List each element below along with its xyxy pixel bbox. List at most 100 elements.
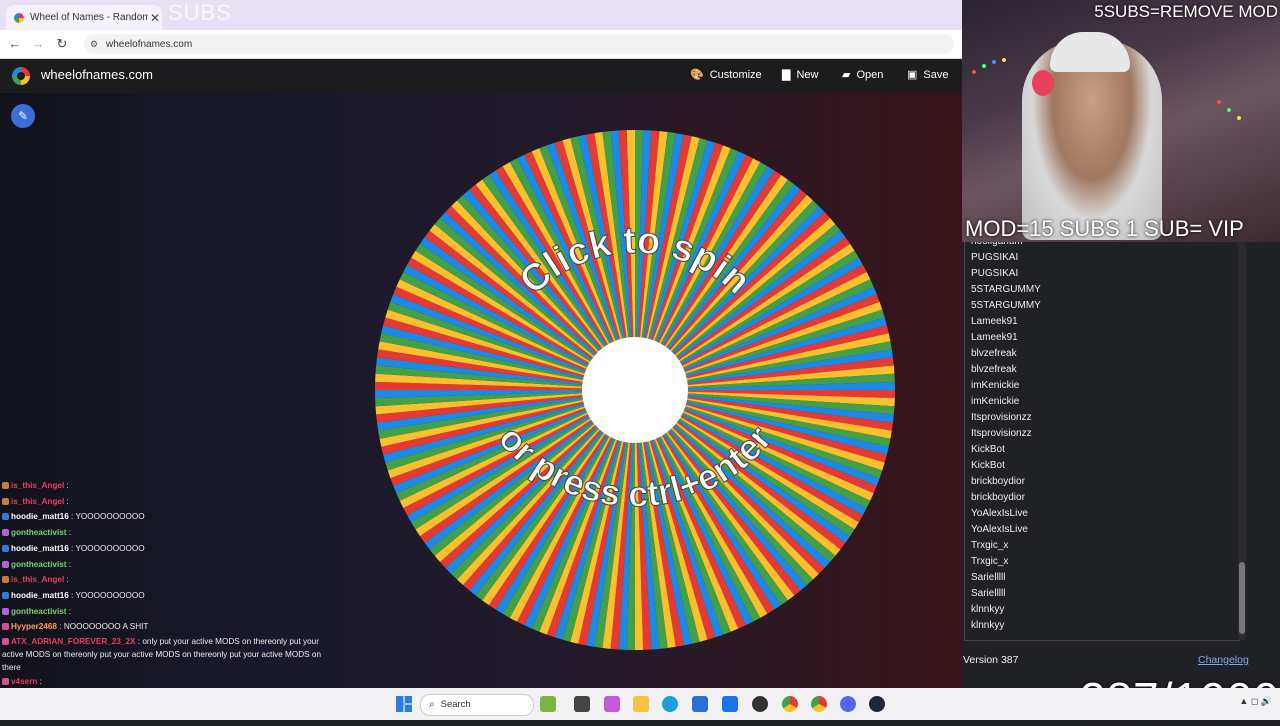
- obs-icon[interactable]: [752, 696, 768, 712]
- chat-badge-icon: [2, 623, 9, 631]
- edge-browser-icon[interactable]: [662, 696, 678, 712]
- entry-item[interactable]: Trxgic_x: [971, 556, 1008, 567]
- chat-text: NOOOOOOOO A SHIT: [63, 622, 149, 632]
- url-field[interactable]: ⚙ wheelofnames.com: [84, 34, 954, 54]
- entry-item[interactable]: Lameek91: [971, 332, 1018, 343]
- entry-item[interactable]: PUGSIKAI: [971, 252, 1018, 263]
- entry-item[interactable]: imKenickie: [971, 380, 1019, 391]
- chat-text: YOOOOOOOOOO: [75, 590, 145, 600]
- discord-icon[interactable]: [840, 696, 856, 712]
- entry-item[interactable]: hooliganum: [971, 242, 1023, 247]
- forward-arrow-icon[interactable]: →: [29, 35, 47, 53]
- open-label: Open: [856, 68, 884, 81]
- chat-badge-icon: [2, 678, 9, 686]
- entry-item[interactable]: 5STARGUMMY: [971, 300, 1041, 311]
- entry-item[interactable]: Sarielllll: [971, 588, 1005, 599]
- back-arrow-icon[interactable]: ←: [6, 35, 24, 53]
- chat-badge-icon: [2, 544, 9, 552]
- chat-username: hoodie_matt16: [11, 543, 69, 553]
- mail-icon[interactable]: [722, 696, 738, 712]
- edit-pencil-icon[interactable]: ✎: [11, 104, 35, 128]
- chat-username: ATX_ADRIAN_FOREVER_23_2X: [11, 637, 136, 647]
- entry-item[interactable]: blvzefreak: [971, 348, 1017, 359]
- chat-badge-icon: [2, 591, 9, 599]
- chat-badge-icon: [2, 529, 9, 537]
- chat-username: hoodie_matt16: [11, 512, 69, 522]
- chat-username: gontheactivist: [11, 559, 67, 569]
- address-bar: ← → ↻ ⚙ wheelofnames.com: [0, 30, 962, 59]
- scrollbar-thumb[interactable]: [1239, 562, 1245, 634]
- entry-item[interactable]: KickBot: [971, 460, 1005, 471]
- entry-item[interactable]: 5STARGUMMY: [971, 284, 1041, 295]
- folder-icon: ▰: [842, 69, 851, 81]
- stream-chat-overlay: is_this_Angel : is_this_Angel : hoodie_m…: [2, 478, 322, 690]
- chat-message: gontheactivist :: [2, 557, 322, 573]
- chat-message: gontheactivist :: [2, 525, 322, 541]
- taskbar-app-icon[interactable]: [604, 696, 620, 712]
- overlay-mod-vip-text: MOD=15 SUBS 1 SUB= VIP: [965, 216, 1244, 241]
- site-info-icon[interactable]: ⚙: [90, 34, 100, 54]
- file-explorer-icon[interactable]: [633, 696, 649, 712]
- reload-icon[interactable]: ↻: [53, 35, 71, 53]
- entry-item[interactable]: klnnkyy: [971, 604, 1004, 615]
- open-button[interactable]: ▰ Open: [842, 68, 884, 82]
- task-view-icon[interactable]: [574, 696, 590, 712]
- entry-item[interactable]: PUGSIKAI: [971, 268, 1018, 279]
- chat-username: is_this_Angel: [11, 481, 65, 490]
- new-button[interactable]: ▇ New: [782, 68, 818, 82]
- taskbar-app-icon[interactable]: [540, 696, 556, 712]
- entries-scrollbar[interactable]: [1238, 242, 1246, 640]
- entry-item[interactable]: klnnkyy: [971, 620, 1004, 631]
- entry-item[interactable]: Trxgic_x: [971, 540, 1008, 551]
- chat-message: ATX_ADRIAN_FOREVER_23_2X : only put your…: [2, 637, 322, 673]
- windows-start-icon[interactable]: [396, 696, 412, 712]
- entries-list[interactable]: hooliganum PUGSIKAI PUGSIKAI 5STARGUMMY 5STA…: [964, 242, 1240, 641]
- chat-text: YOOOOOOOOOO: [75, 543, 145, 553]
- new-file-icon: ▇: [782, 69, 791, 81]
- entry-item[interactable]: Sarielllll: [971, 572, 1005, 583]
- store-icon[interactable]: [692, 696, 708, 712]
- wheel[interactable]: Click to spin or press ctrl+enter: [370, 128, 900, 658]
- entry-item[interactable]: KickBot: [971, 444, 1005, 455]
- chat-message: hoodie_matt16 : YOOOOOOOOOO: [2, 509, 322, 525]
- version-label: Version 387: [963, 654, 1019, 666]
- chat-username: gontheactivist: [11, 528, 67, 538]
- chat-badge-icon: [2, 638, 9, 646]
- system-tray[interactable]: ▲ ◻ 🔊: [1239, 696, 1272, 707]
- chat-message: hoodie_matt16 : YOOOOOOOOOO: [2, 541, 322, 557]
- site-header: wheelofnames.com 🎨 Customize ▇ New ▰ Ope…: [0, 59, 962, 93]
- taskbar-search[interactable]: ⌕ Search: [420, 694, 534, 716]
- changelog-link[interactable]: Changelog: [1198, 654, 1249, 666]
- palette-icon: 🎨: [690, 69, 704, 81]
- wheel-center[interactable]: [582, 337, 688, 443]
- site-name[interactable]: wheelofnames.com: [41, 67, 153, 82]
- chat-badge-icon: [2, 497, 9, 505]
- entry-item[interactable]: Lameek91: [971, 316, 1018, 327]
- save-label: Save: [923, 68, 949, 81]
- entry-item[interactable]: brickboydior: [971, 492, 1025, 503]
- chat-badge-icon: [2, 607, 9, 615]
- chat-text: YOOOOOOOOOO: [75, 512, 145, 522]
- browser-tab-bar: Wheel of Names - Random name ✕ SUBS: [0, 0, 962, 30]
- close-tab-icon[interactable]: ✕: [148, 11, 162, 25]
- entry-item[interactable]: brickboydior: [971, 476, 1025, 487]
- headphone-icon: [1032, 70, 1054, 96]
- entry-item[interactable]: Itsprovisionzz: [971, 428, 1032, 439]
- customize-label: Customize: [709, 68, 762, 81]
- entry-item[interactable]: YoAlexIsLive: [971, 508, 1028, 519]
- entry-item[interactable]: blvzefreak: [971, 364, 1017, 375]
- overlay-remove-mod-text: 5SUBS=REMOVE MOD: [1094, 2, 1278, 21]
- customize-button[interactable]: 🎨 Customize: [690, 68, 762, 82]
- entry-item[interactable]: Itsprovisionzz: [971, 412, 1032, 423]
- entry-item[interactable]: YoAlexIsLive: [971, 524, 1028, 535]
- chat-username: is_this_Angel: [11, 496, 65, 506]
- steam-icon[interactable]: [869, 696, 885, 712]
- chat-message: is_this_Angel :: [2, 572, 322, 588]
- chrome-icon[interactable]: [782, 696, 798, 712]
- windows-taskbar: ⌕ Search ▲ ◻ 🔊: [0, 688, 1280, 720]
- entry-item[interactable]: imKenickie: [971, 396, 1019, 407]
- wheelofnames-logo-icon[interactable]: [12, 67, 30, 85]
- chrome-icon[interactable]: [811, 696, 827, 712]
- save-button[interactable]: ▣ Save: [907, 68, 949, 82]
- browser-tab[interactable]: Wheel of Names - Random name ✕: [6, 5, 162, 30]
